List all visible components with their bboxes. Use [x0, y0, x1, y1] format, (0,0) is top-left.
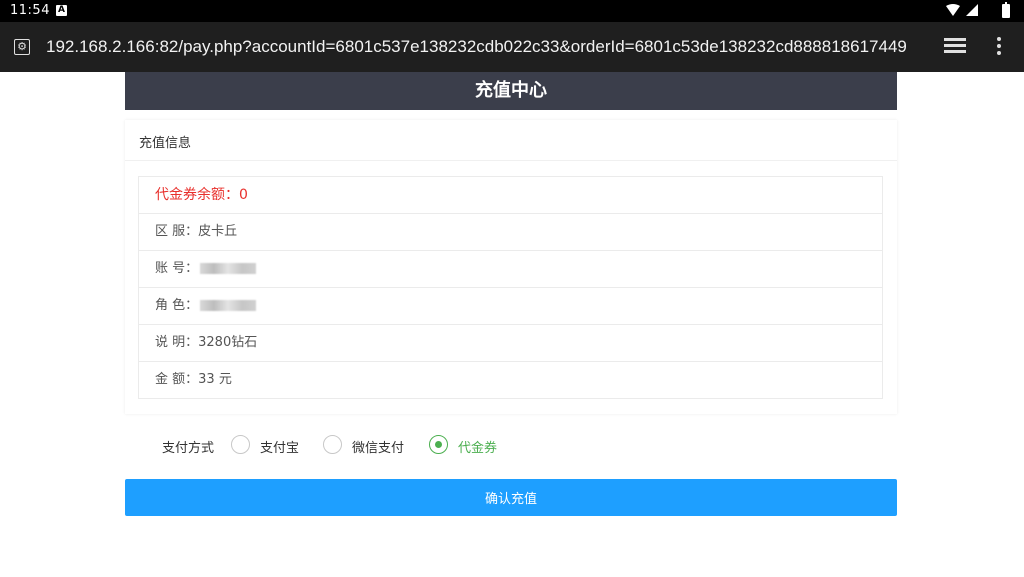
amount-label: 金 额： [155, 372, 199, 387]
role-value-redacted [200, 300, 257, 311]
description-value: 3280钻石 [198, 335, 258, 350]
description-label: 说 明： [155, 335, 199, 350]
payment-method-label: 支付方式 [162, 441, 215, 456]
battery-icon [1002, 2, 1010, 18]
card-divider [125, 160, 897, 161]
account-label: 账 号： [155, 261, 199, 276]
server-row: 区 服：皮卡丘 [139, 214, 882, 251]
radio-voucher[interactable] [429, 435, 448, 454]
url-field[interactable]: 192.168.2.166:82/pay.php?accountId=6801c… [46, 35, 926, 59]
voucher-balance-text: 代金券余额：0 [155, 187, 248, 203]
server-label: 区 服： [155, 224, 199, 239]
account-row: 账 号： [139, 251, 882, 288]
radio-wechat-pay[interactable] [323, 435, 342, 454]
page-content: 充值中心 充值信息 代金券余额：0 区 服：皮卡丘 账 号： 角 色： 说 明：… [0, 72, 1024, 577]
amount-value: 33 元 [198, 372, 232, 387]
recharge-info-card: 充值信息 代金券余额：0 区 服：皮卡丘 账 号： 角 色： 说 明：3280钻… [125, 120, 897, 414]
menu-icon[interactable] [997, 37, 1003, 57]
account-value-redacted [200, 263, 257, 274]
voucher-balance-row: 代金券余额：0 [139, 177, 882, 214]
role-label: 角 色： [155, 298, 199, 313]
status-time: 11:54 [10, 3, 50, 18]
page-title: 充值中心 [125, 72, 897, 110]
role-row: 角 色： [139, 288, 882, 325]
payment-method-group: 支付方式 支付宝 微信支付 代金券 [162, 434, 762, 458]
radio-alipay-label[interactable]: 支付宝 [260, 437, 299, 456]
radio-alipay[interactable] [231, 435, 250, 454]
description-row: 说 明：3280钻石 [139, 325, 882, 362]
status-bar: 11:54 A [0, 0, 1024, 22]
amount-row: 金 额：33 元 [139, 362, 882, 399]
server-value: 皮卡丘 [198, 224, 238, 239]
wifi-icon [946, 4, 960, 16]
info-list: 代金券余额：0 区 服：皮卡丘 账 号： 角 色： 说 明：3280钻石 金 额… [138, 176, 883, 399]
site-info-icon[interactable]: ⚙ [14, 39, 30, 55]
signal-icon [966, 4, 978, 16]
tabs-icon[interactable] [944, 38, 968, 56]
card-title: 充值信息 [139, 136, 192, 151]
radio-wechat-pay-label[interactable]: 微信支付 [352, 437, 404, 456]
confirm-recharge-button[interactable]: 确认充值 [125, 479, 897, 516]
radio-voucher-label[interactable]: 代金券 [458, 437, 497, 456]
browser-toolbar: ⚙ 192.168.2.166:82/pay.php?accountId=680… [0, 22, 1024, 72]
notification-icon: A [56, 5, 67, 16]
